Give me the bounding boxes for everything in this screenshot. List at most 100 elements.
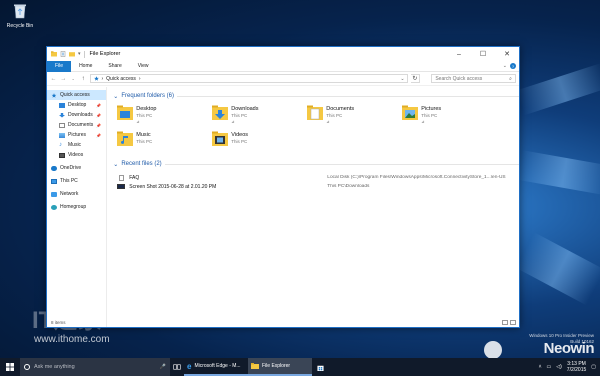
- properties-icon[interactable]: [60, 51, 66, 57]
- nav-item-network[interactable]: Network: [47, 189, 106, 199]
- neowin-logo-icon: [484, 341, 502, 359]
- folder-tile-videos[interactable]: Videos This PC: [212, 130, 307, 156]
- folder-location: This PC: [326, 113, 343, 118]
- desktop-light-beam: [517, 150, 600, 196]
- folder-tile-desktop[interactable]: Desktop This PC ⊿: [117, 104, 212, 130]
- volume-icon[interactable]: ◁): [556, 364, 562, 370]
- downloads-folder-icon: [212, 105, 229, 120]
- notifications-icon[interactable]: ▢: [591, 364, 596, 370]
- clock[interactable]: 3:13 PM 7/2/2015: [567, 361, 586, 373]
- nav-item-pictures[interactable]: Pictures 📌: [47, 130, 106, 140]
- nav-item-music[interactable]: ♪ Music: [47, 140, 106, 150]
- taskbar-app-file-explorer[interactable]: File Explorer: [248, 358, 312, 376]
- folder-tile-documents[interactable]: Documents This PC ⊿: [307, 104, 402, 130]
- folder-name: Pictures: [421, 106, 442, 112]
- folder-tile-music[interactable]: Music This PC: [117, 130, 212, 156]
- expand-ribbon-icon[interactable]: ⌄: [503, 63, 507, 69]
- folder-location: This PC: [136, 139, 153, 144]
- forward-arrow-icon[interactable]: →: [60, 76, 67, 82]
- nav-item-homegroup[interactable]: Homegroup: [47, 202, 106, 212]
- explorer-body: Quick access Desktop 📌 Downloads 📌 Docum…: [47, 87, 520, 327]
- star-icon: [93, 76, 99, 81]
- address-bar[interactable]: › Quick access › ⌄: [89, 74, 408, 83]
- cloud-icon: [51, 165, 57, 171]
- nav-item-label: Network: [60, 191, 79, 197]
- address-dropdown-icon[interactable]: ⌄: [399, 76, 407, 82]
- network-icon[interactable]: ▭: [547, 364, 552, 370]
- tab-view[interactable]: View: [130, 61, 157, 72]
- image-file-icon: [117, 184, 126, 189]
- address-separator: ›: [101, 75, 104, 82]
- address-path-quick-access[interactable]: Quick access: [106, 76, 136, 82]
- nav-item-label: Homegroup: [60, 204, 87, 210]
- up-arrow-icon[interactable]: ↑: [80, 76, 87, 82]
- minimize-button[interactable]: –: [447, 47, 471, 61]
- folder-location: This PC: [231, 113, 248, 118]
- taskbar-app-edge[interactable]: e Microsoft Edge - M...: [184, 358, 248, 376]
- folder-tile-downloads[interactable]: Downloads This PC ⊿: [212, 104, 307, 130]
- tab-share[interactable]: Share: [100, 61, 129, 72]
- list-item[interactable]: Screen Shot 2015-06-28 at 2.01.20 PM Thi…: [113, 182, 527, 191]
- close-button[interactable]: ✕: [495, 47, 519, 61]
- network-icon: [51, 191, 57, 197]
- windows-logo-icon: [6, 363, 14, 371]
- frequent-folders-header[interactable]: ⌄ Frequent folders (6): [113, 91, 527, 101]
- large-icons-view-icon[interactable]: [510, 320, 516, 325]
- new-folder-icon[interactable]: [69, 51, 75, 57]
- nav-item-label: Videos: [68, 152, 84, 158]
- collapse-chevron-icon[interactable]: ⌄: [113, 93, 118, 100]
- pin-icon: ⊿: [421, 119, 425, 124]
- back-arrow-icon[interactable]: ←: [50, 76, 57, 82]
- address-separator: ›: [138, 75, 141, 82]
- pin-icon: ⊿: [326, 119, 330, 124]
- recycle-bin-icon: [14, 4, 26, 19]
- recent-files-heading: Recent files (2): [121, 161, 162, 167]
- tab-home[interactable]: Home: [71, 61, 100, 72]
- search-input[interactable]: Search Quick access ⌕: [431, 74, 516, 83]
- edge-icon: e: [187, 361, 192, 371]
- file-explorer-window: ▾ File Explorer – ☐ ✕ File Home Share Vi…: [46, 46, 520, 328]
- recent-file-path: This PC\Downloads: [327, 184, 370, 189]
- folder-tile-pictures[interactable]: Pictures This PC ⊿: [402, 104, 497, 130]
- status-bar-item-count: 8 items: [51, 320, 66, 325]
- nav-item-videos[interactable]: Videos: [47, 150, 106, 160]
- start-button[interactable]: [0, 358, 20, 376]
- show-hidden-icons-icon[interactable]: ˄: [539, 364, 542, 370]
- quick-access-toolbar-dropdown-icon[interactable]: ▾: [78, 51, 81, 57]
- recycle-bin-shortcut[interactable]: Recycle Bin: [3, 3, 37, 29]
- refresh-button[interactable]: ↻: [410, 74, 421, 83]
- list-item[interactable]: FAQ Local Disk (C:)\Program Files\Window…: [113, 173, 527, 182]
- task-view-icon: [173, 364, 181, 370]
- folder-icon: [51, 51, 57, 57]
- help-icon[interactable]: ?: [510, 63, 516, 69]
- taskbar-app-store[interactable]: [312, 358, 328, 376]
- nav-item-label: Quick access: [60, 92, 90, 98]
- collapse-chevron-icon[interactable]: ⌄: [113, 161, 118, 168]
- maximize-button[interactable]: ☐: [471, 47, 495, 61]
- window-controls: – ☐ ✕: [447, 47, 519, 61]
- taskbar: Ask me anything 🎤 e Microsoft Edge - M..…: [0, 358, 600, 376]
- recent-files-header[interactable]: ⌄ Recent files (2): [113, 159, 527, 169]
- nav-item-documents[interactable]: Documents 📌: [47, 120, 106, 130]
- documents-folder-icon: [307, 105, 324, 120]
- navigation-pane: Quick access Desktop 📌 Downloads 📌 Docum…: [47, 87, 108, 327]
- cortana-search-box[interactable]: Ask me anything 🎤: [20, 358, 170, 376]
- nav-item-onedrive[interactable]: OneDrive: [47, 163, 106, 173]
- nav-item-this-pc[interactable]: This PC: [47, 176, 106, 186]
- film-icon: [59, 152, 65, 158]
- recent-file-path: Local Disk (C:)\Program Files\WindowsApp…: [327, 175, 506, 180]
- nav-item-quick-access[interactable]: Quick access: [47, 90, 107, 100]
- recent-locations-icon[interactable]: ⌄: [70, 76, 77, 81]
- pin-icon: 📌: [96, 132, 102, 138]
- task-view-button[interactable]: [170, 358, 184, 376]
- nav-item-label: OneDrive: [60, 165, 82, 171]
- title-bar[interactable]: ▾ File Explorer – ☐ ✕: [47, 47, 519, 61]
- nav-item-desktop[interactable]: Desktop 📌: [47, 100, 106, 110]
- tab-file[interactable]: File: [47, 60, 72, 72]
- details-view-icon[interactable]: [502, 320, 508, 325]
- nav-item-downloads[interactable]: Downloads 📌: [47, 110, 106, 120]
- recent-file-name: Screen Shot 2015-06-28 at 2.01.20 PM: [129, 183, 217, 190]
- microphone-icon[interactable]: 🎤: [160, 364, 166, 370]
- homegroup-icon: [51, 204, 57, 210]
- build-info: Windows 10 Pro Insider Preview Build 101…: [529, 333, 594, 345]
